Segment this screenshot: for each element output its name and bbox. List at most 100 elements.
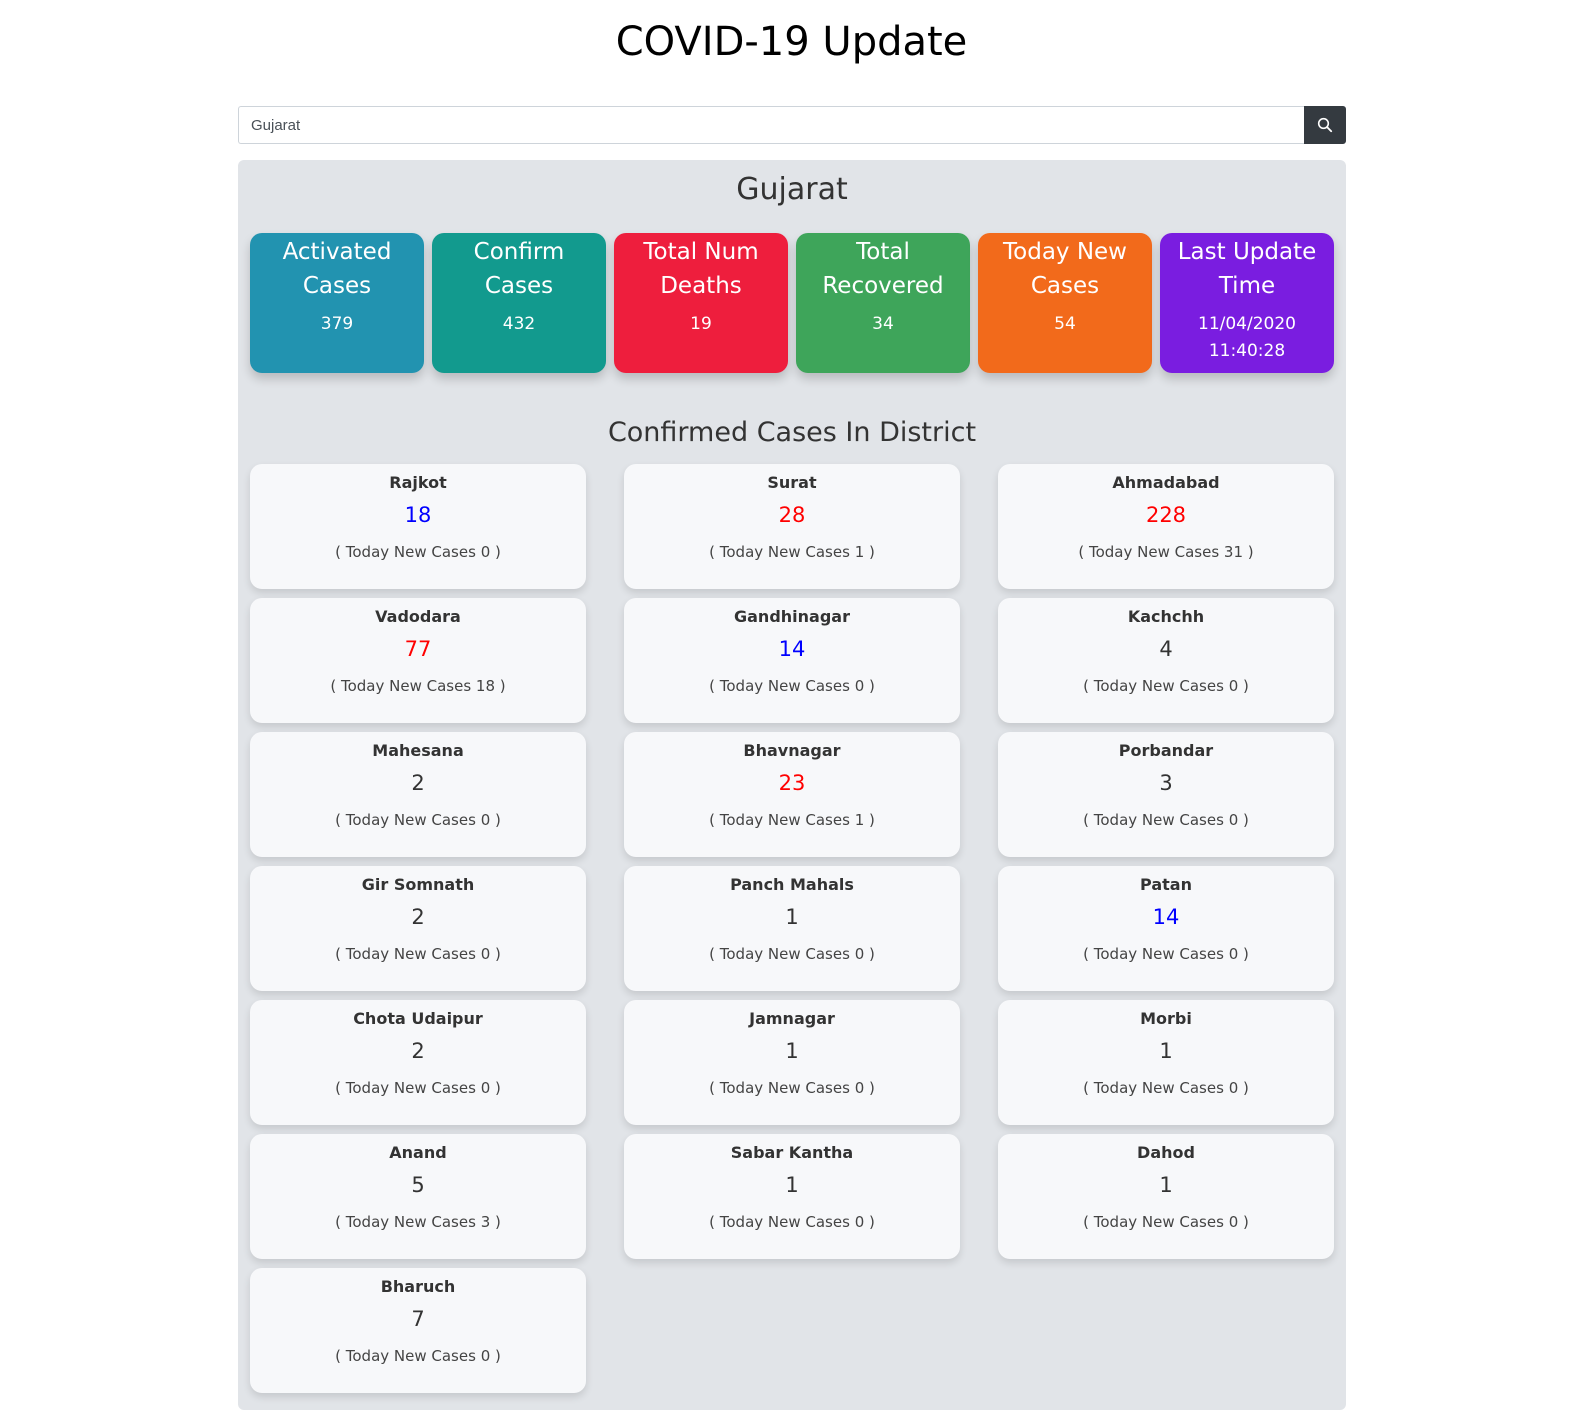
district-card: Panch Mahals 1 ( Today New Cases 0 ) (624, 866, 960, 991)
stat-label: Last Update Time (1177, 239, 1317, 299)
stat-value: 19 (690, 314, 712, 334)
district-name: Anand (389, 1143, 447, 1162)
stat-label: Activated Cases (282, 239, 392, 299)
district-card: Sabar Kantha 1 ( Today New Cases 0 ) (624, 1134, 960, 1259)
district-today-new: ( Today New Cases 18 ) (330, 677, 506, 695)
district-today-new: ( Today New Cases 0 ) (709, 677, 875, 695)
district-today-new: ( Today New Cases 3 ) (335, 1213, 501, 1231)
district-today-new: ( Today New Cases 0 ) (335, 945, 501, 963)
district-count: 14 (1152, 905, 1180, 929)
district-today-new: ( Today New Cases 0 ) (335, 1347, 501, 1365)
district-count: 228 (1145, 503, 1187, 527)
district-count: 3 (1159, 771, 1173, 795)
district-today-new: ( Today New Cases 0 ) (709, 1079, 875, 1097)
district-name: Gandhinagar (734, 607, 850, 626)
stat-value: 54 (1054, 314, 1076, 334)
district-name: Vadodara (375, 607, 461, 626)
districts-heading: Confirmed Cases In District (607, 417, 977, 448)
stat-value: 379 (320, 314, 354, 334)
district-count: 1 (785, 905, 799, 929)
district-card: Bharuch 7 ( Today New Cases 0 ) (250, 1268, 586, 1393)
district-name: Patan (1140, 875, 1192, 894)
page-title: COVID-19 Update (615, 19, 968, 65)
district-card: Chota Udaipur 2 ( Today New Cases 0 ) (250, 1000, 586, 1125)
district-today-new: ( Today New Cases 0 ) (335, 1079, 501, 1097)
district-card: Dahod 1 ( Today New Cases 0 ) (998, 1134, 1334, 1259)
stat-card-last-update-time: Last Update Time 11/04/2020 11:40:28 (1160, 233, 1334, 373)
district-card: Patan 14 ( Today New Cases 0 ) (998, 866, 1334, 991)
district-count: 77 (404, 637, 432, 661)
district-count: 2 (411, 905, 425, 929)
district-name: Ahmadabad (1112, 473, 1220, 492)
district-today-new: ( Today New Cases 0 ) (709, 945, 875, 963)
search-input[interactable] (238, 106, 1304, 144)
district-count: 23 (778, 771, 806, 795)
search-button[interactable] (1304, 106, 1346, 144)
district-card: Ahmadabad 228 ( Today New Cases 31 ) (998, 464, 1334, 589)
stat-label: Total Num Deaths (643, 239, 759, 299)
district-name: Dahod (1137, 1143, 1195, 1162)
stat-value: 11/04/2020 11:40:28 (1198, 314, 1296, 361)
stats-row: Activated Cases 379 Confirm Cases 432 To… (250, 233, 1334, 373)
district-name: Morbi (1140, 1009, 1192, 1028)
district-today-new: ( Today New Cases 1 ) (709, 811, 875, 829)
district-card: Porbandar 3 ( Today New Cases 0 ) (998, 732, 1334, 857)
district-name: Panch Mahals (730, 875, 854, 894)
district-count: 2 (411, 771, 425, 795)
district-today-new: ( Today New Cases 1 ) (709, 543, 875, 561)
district-count: 1 (785, 1039, 799, 1063)
district-today-new: ( Today New Cases 0 ) (1083, 945, 1249, 963)
district-today-new: ( Today New Cases 0 ) (1083, 1079, 1249, 1097)
district-card: Vadodara 77 ( Today New Cases 18 ) (250, 598, 586, 723)
district-today-new: ( Today New Cases 0 ) (1083, 1213, 1249, 1231)
stat-label: Total Recovered (822, 239, 944, 299)
district-card: Gandhinagar 14 ( Today New Cases 0 ) (624, 598, 960, 723)
district-count: 28 (778, 503, 806, 527)
district-count: 7 (411, 1307, 425, 1331)
district-name: Surat (767, 473, 817, 492)
district-name: Bharuch (380, 1277, 456, 1296)
search-icon (1317, 117, 1333, 133)
district-today-new: ( Today New Cases 0 ) (335, 811, 501, 829)
district-today-new: ( Today New Cases 0 ) (1083, 677, 1249, 695)
district-name: Chota Udaipur (353, 1009, 483, 1028)
district-today-new: ( Today New Cases 0 ) (1083, 811, 1249, 829)
stat-card-confirm-cases: Confirm Cases 432 (432, 233, 606, 373)
stat-value: 34 (872, 314, 894, 334)
stat-label: Confirm Cases (473, 239, 565, 299)
district-name: Mahesana (372, 741, 464, 760)
district-name: Porbandar (1118, 741, 1214, 760)
district-card: Surat 28 ( Today New Cases 1 ) (624, 464, 960, 589)
district-count: 14 (778, 637, 806, 661)
search-bar (238, 106, 1346, 144)
district-card: Gir Somnath 2 ( Today New Cases 0 ) (250, 866, 586, 991)
district-card: Anand 5 ( Today New Cases 3 ) (250, 1134, 586, 1259)
stat-card-total-recovered: Total Recovered 34 (796, 233, 970, 373)
district-card: Morbi 1 ( Today New Cases 0 ) (998, 1000, 1334, 1125)
district-name: Kachchh (1127, 607, 1205, 626)
district-name: Rajkot (389, 473, 447, 492)
district-today-new: ( Today New Cases 0 ) (335, 543, 501, 561)
district-name: Jamnagar (749, 1009, 835, 1028)
district-count: 1 (1159, 1173, 1173, 1197)
state-panel: Gujarat Activated Cases 379 Confirm Case… (238, 160, 1346, 1410)
stat-label: Today New Cases (1003, 239, 1127, 299)
stat-card-activated-cases: Activated Cases 379 (250, 233, 424, 373)
district-card: Kachchh 4 ( Today New Cases 0 ) (998, 598, 1334, 723)
district-name: Gir Somnath (361, 875, 475, 894)
district-card: Bhavnagar 23 ( Today New Cases 1 ) (624, 732, 960, 857)
districts-grid: Rajkot 18 ( Today New Cases 0 ) Surat 28… (250, 464, 1334, 1393)
district-card: Mahesana 2 ( Today New Cases 0 ) (250, 732, 586, 857)
district-count: 4 (1159, 637, 1173, 661)
district-count: 2 (411, 1039, 425, 1063)
district-today-new: ( Today New Cases 31 ) (1078, 543, 1254, 561)
district-card: Rajkot 18 ( Today New Cases 0 ) (250, 464, 586, 589)
state-name: Gujarat (736, 172, 848, 207)
district-count: 1 (785, 1173, 799, 1197)
district-count: 18 (404, 503, 432, 527)
district-count: 1 (1159, 1039, 1173, 1063)
district-count: 5 (411, 1173, 425, 1197)
district-name: Bhavnagar (743, 741, 841, 760)
district-today-new: ( Today New Cases 0 ) (709, 1213, 875, 1231)
district-card: Jamnagar 1 ( Today New Cases 0 ) (624, 1000, 960, 1125)
